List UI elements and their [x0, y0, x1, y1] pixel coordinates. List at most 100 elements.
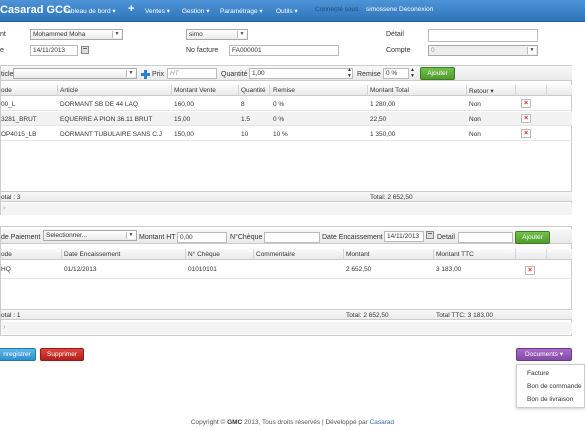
menu-item-facture[interactable]: Facture — [527, 370, 549, 377]
nav-ventes[interactable]: Ventes ▾ — [145, 7, 170, 15]
client-label: nt — [0, 31, 6, 38]
col-date-encaissement[interactable]: Date Encaissement — [64, 251, 120, 258]
delete-row-icon[interactable]: × — [521, 129, 531, 138]
nav-gestion[interactable]: Gestion ▾ — [182, 7, 209, 15]
nav-plus-icon[interactable]: + — [128, 3, 134, 15]
page-footer: Copyright © GMC 2013, Tous droits réserv… — [190, 419, 395, 426]
nav-parametrage[interactable]: Paramétrage ▾ — [220, 7, 263, 15]
col-cheque[interactable]: N° Chèque — [188, 251, 220, 258]
quantite-label: Quantité — [221, 71, 248, 78]
payment-detail-field[interactable] — [458, 232, 513, 243]
remise-label: Remise — [357, 71, 381, 78]
col-montant[interactable]: Montant — [346, 251, 370, 258]
col-montant-ttc[interactable]: Montant TTC — [436, 251, 474, 258]
footer-company: GMC — [227, 419, 243, 426]
date-field[interactable]: 14/11/2013 — [30, 45, 78, 56]
agent-select[interactable]: simo ▼ — [186, 29, 248, 40]
col-retour[interactable]: Retour ▾ — [469, 87, 494, 95]
logout-link[interactable]: Deconexion — [399, 6, 433, 13]
account-select[interactable]: 0 ▼ — [428, 45, 538, 56]
chevron-down-icon: ▼ — [126, 232, 135, 239]
quantite-field[interactable]: 1,00 — [249, 68, 353, 79]
invoice-field[interactable]: FA000001 — [229, 45, 339, 56]
date-encaissement-label: Date Encaissement — [322, 234, 383, 241]
col-code[interactable]: ode — [1, 251, 12, 258]
invoice-label: No facture — [186, 47, 219, 54]
col-code[interactable]: ode — [1, 87, 12, 94]
articles-toolbar: ticle ▼ Prix HT Quantité 1,00 ▲ ▼ Remise… — [1, 66, 572, 81]
brand-title[interactable]: Casarad GCC — [0, 4, 71, 16]
table-row[interactable]: 3281_BRUT EQUERRE A PION 36.11 BRUT 15,0… — [1, 112, 572, 126]
footer-link[interactable]: Casarad — [370, 419, 395, 426]
prix-field[interactable]: HT — [167, 68, 217, 79]
detail-label: Détail — [386, 31, 404, 38]
detail-field[interactable] — [428, 29, 538, 42]
delete-row-icon[interactable]: × — [525, 266, 535, 275]
article-select[interactable]: ▼ — [13, 68, 137, 79]
montant-ht-label: Montant HT — [139, 234, 176, 241]
add-payment-button[interactable]: Ajouter — [515, 231, 550, 244]
payments-total: Total: 2 652,50 — [346, 312, 389, 319]
nav-tableau-de-bord[interactable]: Tableau de bord ▾ — [64, 7, 116, 15]
table-row[interactable]: HQ 01/12/2013 01010101 2 652,50 3 183,00… — [1, 262, 572, 279]
calendar-icon[interactable] — [426, 231, 434, 239]
payments-toolbar: de Paiement Selectionner... ▼ Montant HT… — [1, 229, 572, 244]
articles-total: Total: 2 652,50 — [370, 194, 413, 201]
col-montant-total[interactable]: Montant Total — [370, 87, 409, 94]
pager-icon[interactable]: › — [3, 324, 5, 331]
nav-outils[interactable]: Outils ▾ — [276, 7, 298, 15]
documents-menu: Facture Bon de commande Bon de livraison — [516, 364, 585, 408]
articles-pager: › — [1, 203, 572, 215]
date-encaissement-field[interactable]: 14/11/2013 — [384, 231, 424, 242]
mode-label: de Paiement — [1, 234, 41, 241]
menu-item-bon-de-livraison[interactable]: Bon de livraison — [527, 396, 573, 403]
col-quantite[interactable]: Quantité — [241, 87, 266, 94]
payments-pager: › — [1, 322, 572, 334]
col-montant-vente[interactable]: Montant Vente — [174, 87, 216, 94]
pager-icon[interactable]: › — [3, 205, 5, 212]
payments-panel: de Paiement Selectionner... ▼ Montant HT… — [0, 226, 572, 336]
cheque-field[interactable] — [264, 232, 320, 243]
montant-ht-field[interactable]: 0,00 — [177, 232, 227, 243]
add-article-icon[interactable] — [141, 70, 150, 79]
col-article[interactable]: Article — [60, 87, 78, 94]
cheque-label: N°Chèque — [230, 234, 263, 241]
remise-stepper-down-icon[interactable]: ▼ — [410, 73, 415, 79]
user-name: simossene — [366, 6, 398, 13]
chevron-down-icon: ▼ — [527, 47, 536, 54]
payments-count: otal : 1 — [1, 312, 21, 319]
articles-header-row: ode Article Montant Vente Quantité Remis… — [1, 85, 572, 96]
chevron-down-icon: ▼ — [126, 70, 135, 77]
articles-summary-row: otal : 3 Total: 2 652,50 — [1, 191, 572, 202]
chevron-down-icon: ▼ — [237, 31, 246, 38]
prix-label: Prix — [152, 71, 165, 78]
table-row[interactable]: OP4015_LB DORMANT TUBULAIRE SANS C.J 150… — [1, 127, 572, 141]
payments-total-ttc: Total TTC: 3 183,00 — [436, 312, 493, 319]
delete-row-icon[interactable]: × — [521, 114, 531, 123]
top-navbar: Casarad GCC Tableau de bord ▾ + Ventes ▾… — [0, 0, 585, 22]
articles-count: otal : 3 — [1, 194, 21, 201]
date-label: e — [0, 47, 4, 54]
quantite-stepper-down-icon[interactable]: ▼ — [347, 73, 352, 79]
delete-button[interactable]: Supprimer — [40, 348, 84, 361]
add-article-button[interactable]: Ajouter — [420, 67, 455, 80]
col-remise[interactable]: Remise — [273, 87, 295, 94]
payments-header-row: ode Date Encaissement N° Chèque Commenta… — [1, 249, 572, 260]
mode-select[interactable]: Selectionner... ▼ — [43, 230, 137, 241]
remise-field[interactable]: 0 % — [383, 68, 409, 79]
col-commentaire[interactable]: Commentaire — [256, 251, 295, 258]
documents-button[interactable]: Documents ▾ — [516, 348, 572, 361]
save-button[interactable]: nregistrer — [0, 348, 36, 361]
calendar-icon[interactable] — [81, 46, 89, 54]
articles-panel: ticle ▼ Prix HT Quantité 1,00 ▲ ▼ Remise… — [0, 65, 572, 215]
article-label: ticle — [1, 71, 14, 78]
payment-detail-label: Detail — [437, 234, 455, 241]
connected-label: Connecté sous : — [315, 6, 362, 13]
client-select[interactable]: Mohammed Moha ▼ — [30, 29, 123, 40]
chevron-down-icon: ▼ — [112, 31, 121, 38]
menu-item-bon-de-commande[interactable]: Bon de commande — [527, 383, 582, 390]
payments-summary-row: otal : 1 Total: 2 652,50 Total TTC: 3 18… — [1, 309, 572, 320]
delete-row-icon[interactable]: × — [521, 99, 531, 108]
account-label: Compte — [386, 47, 411, 54]
table-row[interactable]: 00_L DORMANT SB DE 44 LAQ 160,00 8 0 % 1… — [1, 97, 572, 111]
